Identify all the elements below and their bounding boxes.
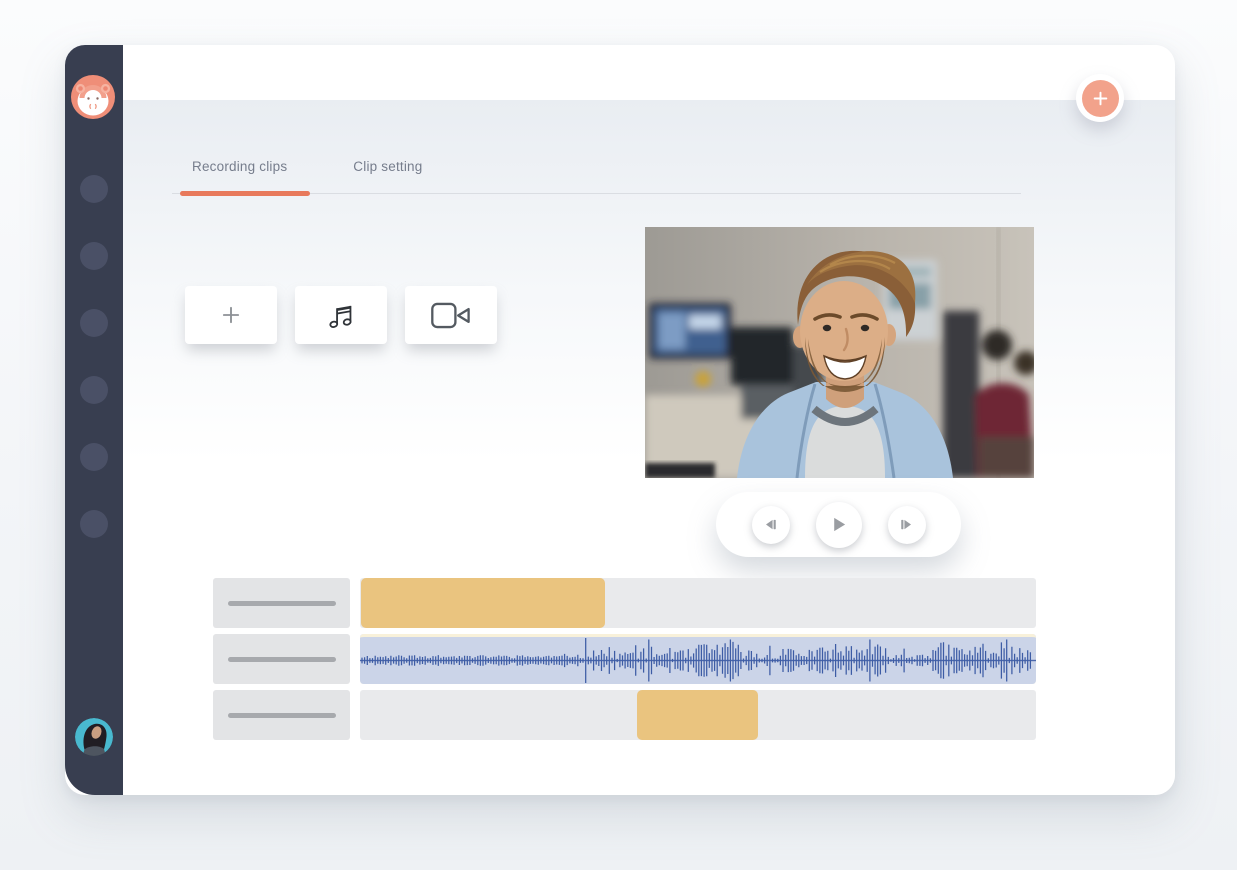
audio-waveform-clip[interactable] [360, 634, 1036, 684]
play-icon [829, 515, 848, 534]
timeline-clip[interactable] [637, 690, 758, 740]
monkey-mascot-icon [71, 75, 115, 119]
top-bar [123, 45, 1175, 100]
video-preview [645, 227, 1034, 478]
track-handle-bar [228, 601, 336, 606]
tab-label: Clip setting [353, 159, 422, 174]
plus-icon [220, 304, 242, 326]
user-avatar[interactable] [75, 718, 113, 756]
main-content: Recording clips Clip setting [123, 100, 1175, 795]
timeline [213, 578, 1036, 740]
sidebar-nav-placeholder-3[interactable] [80, 309, 108, 337]
sidebar-nav-placeholder-2[interactable] [80, 242, 108, 270]
add-button[interactable] [1076, 74, 1124, 122]
timeline-clip[interactable] [361, 578, 605, 628]
add-clip-button[interactable] [185, 286, 277, 344]
track-row-1 [213, 578, 1036, 628]
tab-label: Recording clips [192, 159, 287, 174]
add-music-button[interactable] [295, 286, 387, 344]
sidebar-nav-placeholder-4[interactable] [80, 376, 108, 404]
video-frame [645, 227, 1034, 478]
track-handle [213, 634, 350, 684]
avatar-photo [75, 718, 113, 756]
track-handle [213, 578, 350, 628]
plus-icon [1082, 80, 1119, 117]
previous-frame-button[interactable] [752, 506, 790, 544]
tab-clip-setting[interactable]: Clip setting [353, 159, 422, 193]
next-frame-button[interactable] [888, 506, 926, 544]
track-handle [213, 690, 350, 740]
track-row-3 [213, 690, 1036, 740]
sidebar-nav-placeholder-5[interactable] [80, 443, 108, 471]
music-note-icon [324, 298, 358, 332]
sidebar-nav-placeholder-6[interactable] [80, 510, 108, 538]
tab-recording-clips[interactable]: Recording clips [192, 159, 287, 193]
add-video-button[interactable] [405, 286, 497, 344]
sidebar [65, 45, 123, 795]
track-handle-bar [228, 713, 336, 718]
track-row-2 [213, 634, 1036, 684]
step-backward-icon [763, 517, 778, 532]
sidebar-nav-placeholder-1[interactable] [80, 175, 108, 203]
page-background: Recording clips Clip setting [0, 0, 1237, 870]
step-forward-icon [899, 517, 914, 532]
track-lane-1 [360, 578, 1036, 628]
tab-bar: Recording clips Clip setting [172, 152, 1021, 194]
track-lane-3 [360, 690, 1036, 740]
play-button[interactable] [816, 502, 862, 548]
track-handle-bar [228, 657, 336, 662]
app-logo[interactable] [71, 75, 115, 119]
active-tab-indicator [180, 191, 310, 196]
playback-controls [716, 492, 961, 557]
waveform-icon [360, 637, 1036, 684]
sidebar-nav [65, 175, 123, 577]
clip-toolbar [185, 286, 497, 344]
app-window: Recording clips Clip setting [65, 45, 1175, 795]
video-camera-icon [429, 300, 473, 331]
track-lane-2 [360, 634, 1036, 684]
